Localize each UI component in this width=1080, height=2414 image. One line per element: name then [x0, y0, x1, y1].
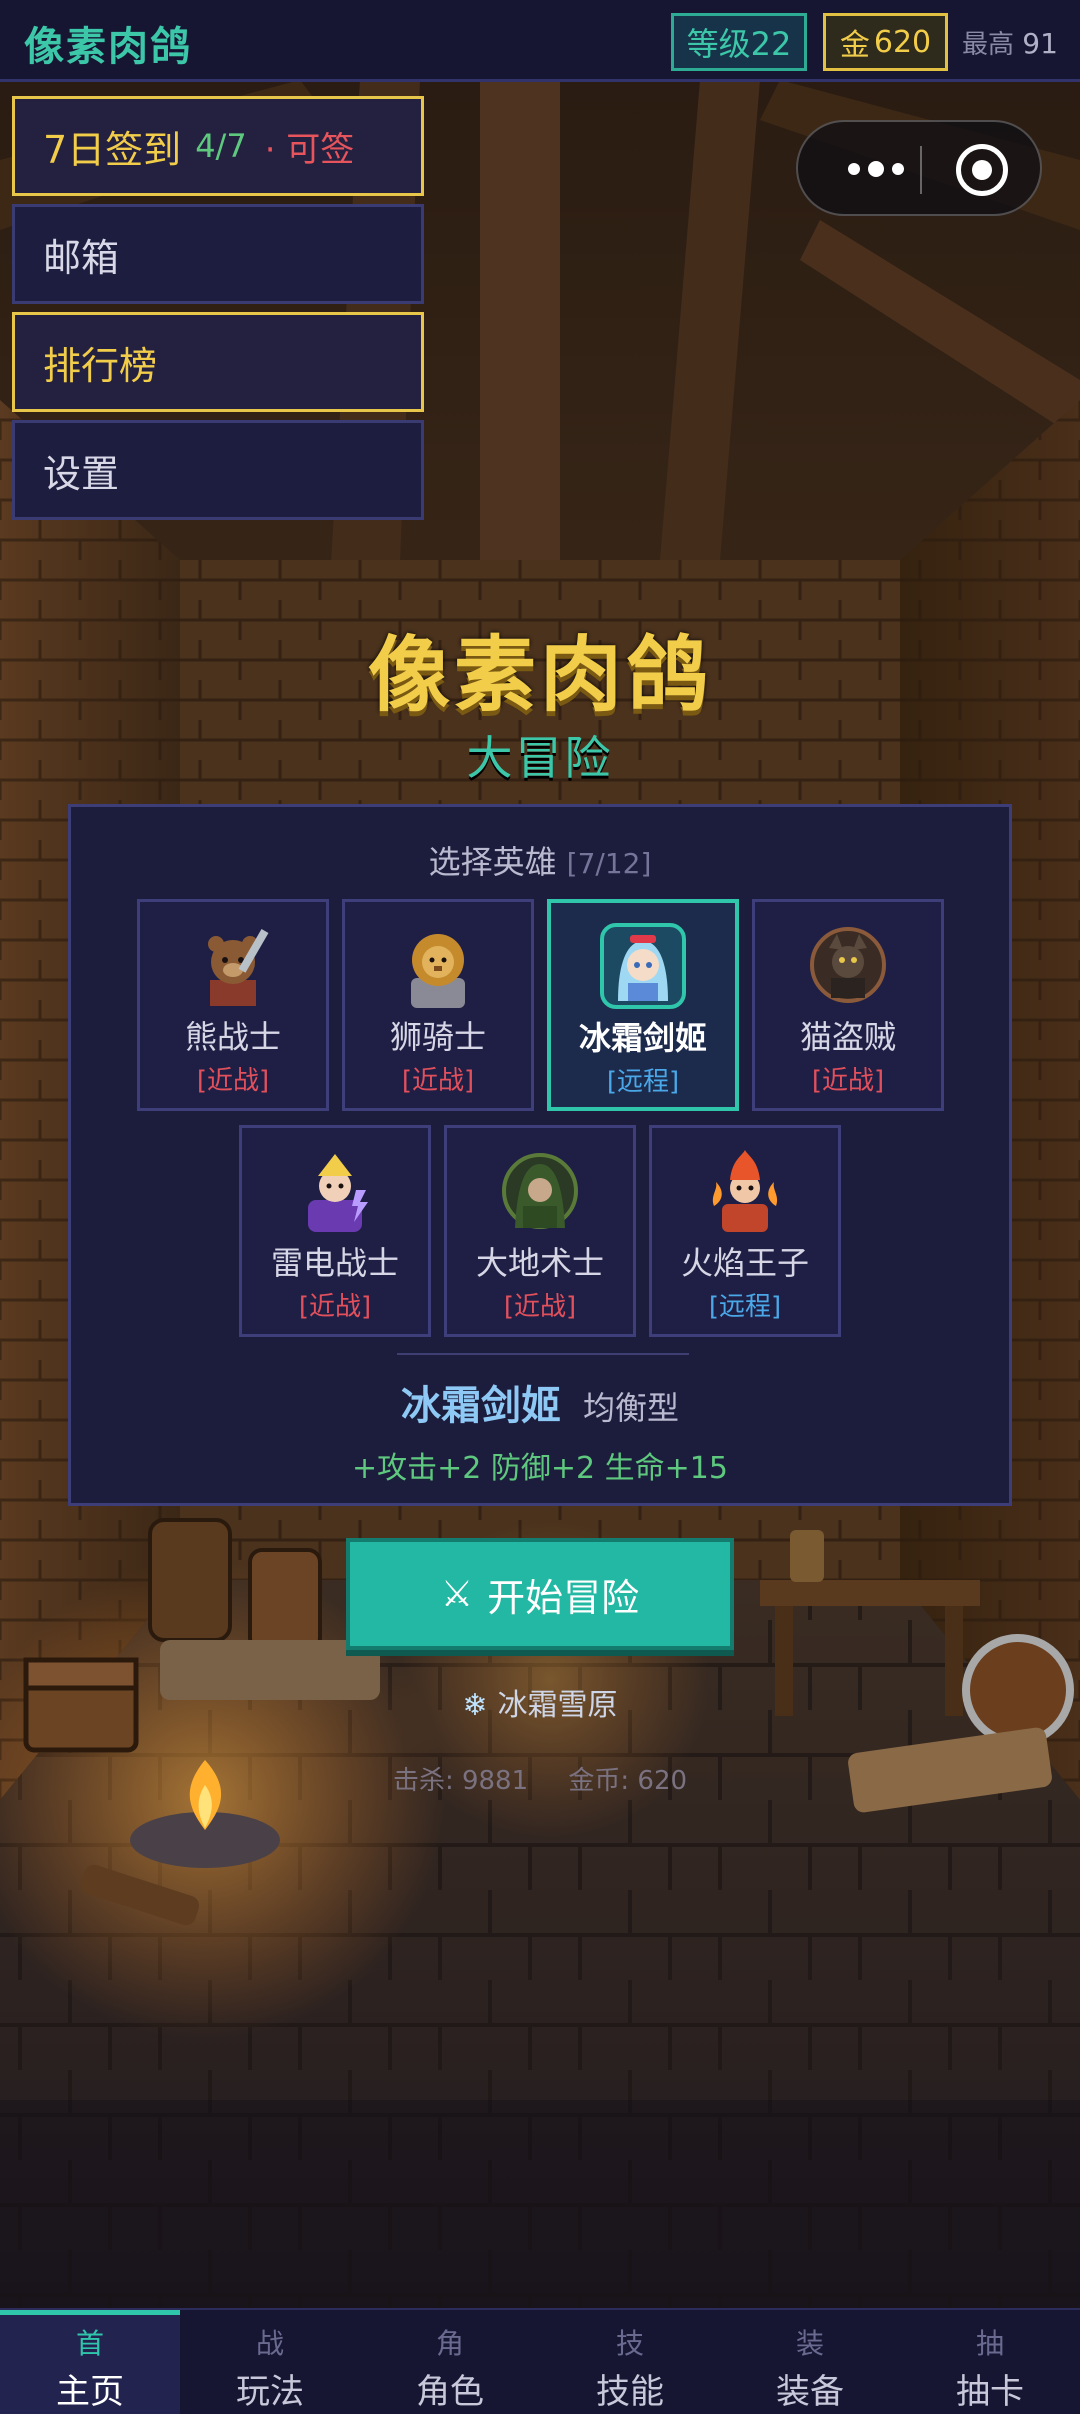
- miniprogram-capsule: [796, 120, 1042, 216]
- level-badge: 等级22: [671, 13, 807, 71]
- equipment-icon: 装: [795, 2327, 824, 2360]
- hero-name: 大地术士: [475, 1244, 604, 1282]
- hero-card-cat-rogue[interactable]: 猫盗贼 [近战]: [752, 899, 944, 1111]
- game-title: 像素肉鸽: [367, 628, 712, 723]
- close-target-icon[interactable]: [956, 144, 1008, 196]
- hero-card-fire-prince[interactable]: 火焰王子 [远程]: [649, 1125, 841, 1337]
- hero-name: 熊战士: [184, 1018, 281, 1056]
- nav-label: 角色: [416, 2372, 484, 2412]
- snowflake-icon: ❄: [462, 1688, 488, 1723]
- selected-hero-stats: +攻击+2 防御+2 生命+15: [352, 1451, 728, 1486]
- app-brand: 像素肉鸽: [24, 24, 192, 70]
- leaderboard-label: 排行榜: [43, 343, 158, 388]
- top-bar: 像素肉鸽 等级22 金 620 最高 91: [0, 0, 1080, 82]
- selected-hero-style: 均衡型: [582, 1389, 679, 1427]
- panel-divider: [397, 1353, 689, 1355]
- hero-type: [近战]: [503, 1292, 577, 1322]
- nav-gameplay[interactable]: 战 玩法: [180, 2310, 360, 2414]
- best-score: 最高 91: [962, 24, 1058, 61]
- kills-stat: 击杀: 9881: [392, 1766, 529, 1796]
- nav-label: 玩法: [236, 2372, 304, 2412]
- hero-select-title: 选择英雄: [428, 843, 557, 881]
- hero-name: 猫盗贼: [799, 1018, 896, 1056]
- home-icon: 首: [75, 2327, 104, 2360]
- hero-card-lion-knight[interactable]: 狮骑士 [近战]: [342, 899, 534, 1111]
- hero-card-bear-warrior[interactable]: 熊战士 [近战]: [137, 899, 329, 1111]
- start-adventure-button[interactable]: ⚔ 开始冒险: [346, 1538, 734, 1650]
- checkin-button[interactable]: 7日签到 4/7 · 可签: [12, 96, 424, 196]
- hero-type: [远程]: [708, 1292, 782, 1322]
- nav-label: 主页: [56, 2372, 124, 2412]
- nav-skills[interactable]: 技 技能: [540, 2310, 720, 2414]
- hero-select-heading: 选择英雄 [7/12]: [71, 837, 1009, 883]
- hero-type: [近战]: [196, 1066, 270, 1096]
- best-value: 91: [1022, 27, 1058, 60]
- gold-value: 620: [873, 24, 932, 60]
- hero-name: 雷电战士: [270, 1244, 399, 1282]
- gold-label: 金: [839, 28, 870, 63]
- crossed-swords-icon: ⚔: [440, 1573, 474, 1615]
- thunder-warrior-icon: [308, 1154, 368, 1232]
- nav-equipment[interactable]: 装 装备: [720, 2310, 900, 2414]
- gold-badge: 金 620: [823, 13, 948, 71]
- nav-label: 装备: [776, 2372, 844, 2412]
- hero-type: [近战]: [811, 1066, 885, 1096]
- hero-type: [近战]: [298, 1292, 372, 1322]
- capsule-divider: [920, 146, 922, 194]
- hero-card-frost-swordmaiden[interactable]: 冰霜剑姬 [远程]: [547, 899, 739, 1111]
- more-menu-icon[interactable]: [832, 154, 920, 184]
- bottom-nav: 首 主页 战 玩法 角 角色 技 技能 装 装备 抽 抽卡: [0, 2308, 1080, 2414]
- hero-count: [7/12]: [566, 847, 652, 880]
- checkin-label: 7日签到: [43, 127, 182, 172]
- settings-label: 设置: [43, 451, 120, 496]
- checkin-status: · 可签: [264, 129, 355, 170]
- selected-hero-info: 冰霜剑姬 均衡型: [71, 1373, 1009, 1431]
- mailbox-label: 邮箱: [43, 235, 120, 280]
- hero-type: [近战]: [401, 1066, 475, 1096]
- hero-select-panel: 选择英雄 [7/12] 熊战士 [近战] 狮骑士 [近战] 冰霜剑姬 [远程] …: [68, 804, 1012, 1506]
- mailbox-button[interactable]: 邮箱: [12, 204, 424, 304]
- nav-label: 技能: [596, 2372, 664, 2412]
- settings-button[interactable]: 设置: [12, 420, 424, 520]
- game-subtitle: 大冒险: [466, 731, 614, 785]
- nav-label: 抽卡: [956, 2372, 1024, 2412]
- cat-rogue-icon: [810, 927, 886, 1003]
- nav-home[interactable]: 首 主页: [0, 2310, 180, 2414]
- skill-icon: 技: [615, 2327, 644, 2360]
- region-name: 冰霜雪原: [497, 1688, 618, 1723]
- coins-stat: 金币: 620: [568, 1766, 688, 1796]
- start-adventure-label: 开始冒险: [487, 1575, 640, 1620]
- earth-warlock-icon: [502, 1153, 578, 1229]
- hero-card-thunder-warrior[interactable]: 雷电战士 [近战]: [239, 1125, 431, 1337]
- fire-prince-icon: [712, 1150, 778, 1232]
- character-icon: 角: [435, 2327, 464, 2360]
- nav-gacha[interactable]: 抽 抽卡: [900, 2310, 1080, 2414]
- battle-icon: 战: [255, 2327, 284, 2360]
- footer-stats: 击杀: 9881 金币: 620: [0, 1760, 1080, 1797]
- best-label: 最高: [962, 30, 1015, 60]
- leaderboard-button[interactable]: 排行榜: [12, 312, 424, 412]
- hero-name: 冰霜剑姬: [578, 1019, 707, 1057]
- gacha-icon: 抽: [975, 2327, 1004, 2360]
- checkin-progress: 4/7: [195, 127, 247, 165]
- region-label: ❄ 冰霜雪原: [0, 1680, 1080, 1724]
- hero-card-earth-warlock[interactable]: 大地术士 [近战]: [444, 1125, 636, 1337]
- nav-character[interactable]: 角 角色: [360, 2310, 540, 2414]
- lion-knight-icon: [411, 934, 465, 1008]
- frost-swordmaiden-icon: [600, 923, 686, 1009]
- hero-name: 狮骑士: [389, 1018, 486, 1056]
- selected-hero-name: 冰霜剑姬: [400, 1383, 561, 1429]
- hero-name: 火焰王子: [680, 1244, 809, 1282]
- bear-warrior-icon: [208, 928, 269, 1006]
- hero-type: [远程]: [606, 1067, 680, 1097]
